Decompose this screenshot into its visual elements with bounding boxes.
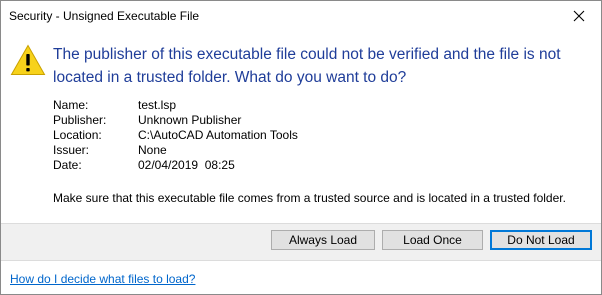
detail-row-date: Date: 02/04/2019 08:25 [53, 158, 298, 173]
detail-label: Location: [53, 128, 102, 142]
detail-label: Publisher: [53, 113, 107, 127]
button-bar: Always Load Load Once Do Not Load [1, 223, 601, 260]
always-load-button[interactable]: Always Load [271, 230, 375, 250]
detail-row-issuer: Issuer: None [53, 143, 298, 158]
security-dialog: Security - Unsigned Executable File The … [0, 0, 602, 295]
close-button[interactable] [557, 1, 601, 31]
close-icon [573, 10, 585, 22]
dialog-heading: The publisher of this executable file co… [53, 46, 561, 86]
detail-value: Unknown Publisher [138, 113, 242, 127]
dialog-title: Security - Unsigned Executable File [9, 9, 200, 23]
detail-row-name: Name: test.lsp [53, 98, 298, 113]
detail-label: Issuer: [53, 143, 90, 157]
detail-value: 02/04/2019 08:25 [138, 158, 235, 172]
dialog-footer: How do I decide what files to load? [1, 260, 601, 294]
file-details: Name: test.lsp Publisher: Unknown Publis… [53, 98, 298, 173]
trust-note: Make sure that this executable file come… [53, 191, 566, 205]
warning-icon [10, 44, 46, 75]
detail-value: test.lsp [138, 98, 177, 112]
detail-label: Name: [53, 98, 89, 112]
detail-value: C:\AutoCAD Automation Tools [138, 128, 298, 142]
detail-row-location: Location: C:\AutoCAD Automation Tools [53, 128, 298, 143]
detail-label: Date: [53, 158, 82, 172]
detail-value: None [138, 143, 167, 157]
detail-row-publisher: Publisher: Unknown Publisher [53, 113, 298, 128]
title-bar: Security - Unsigned Executable File [1, 1, 601, 31]
do-not-load-button[interactable]: Do Not Load [490, 230, 592, 250]
load-once-button[interactable]: Load Once [382, 230, 483, 250]
help-link[interactable]: How do I decide what files to load? [10, 272, 195, 286]
